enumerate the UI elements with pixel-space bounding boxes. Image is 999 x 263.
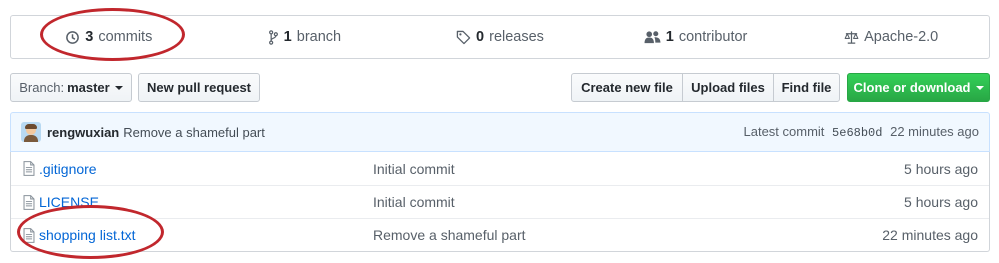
- file-row: .gitignore Initial commit 5 hours ago: [11, 152, 989, 185]
- upload-files-button[interactable]: Upload files: [682, 73, 774, 102]
- commits-label: commits: [98, 29, 153, 45]
- file-text-icon: [23, 227, 35, 243]
- file-commit-message[interactable]: Initial commit: [373, 194, 773, 210]
- file-row: shopping list.txt Remove a shameful part…: [11, 218, 989, 251]
- clone-or-download-button[interactable]: Clone or download: [847, 73, 990, 102]
- history-icon: [66, 30, 80, 44]
- contributors-label: contributor: [678, 29, 748, 45]
- file-name-link[interactable]: .gitignore: [39, 161, 373, 177]
- releases-label: releases: [489, 29, 544, 45]
- branch-select-label: Branch:: [19, 80, 65, 95]
- git-branch-icon: [268, 29, 278, 45]
- branch-select-value: master: [67, 80, 110, 95]
- latest-commit-age: 22 minutes ago: [890, 124, 979, 139]
- latest-commit-info: Latest commit 5e68b0d 22 minutes ago: [744, 124, 980, 140]
- caret-down-icon: [975, 85, 984, 90]
- repo-summary-bar: 3 commits 1 branch 0 releases 1 contribu…: [10, 15, 990, 59]
- commit-message[interactable]: Remove a shameful part: [123, 125, 265, 140]
- file-row: LICENSE Initial commit 5 hours ago: [11, 185, 989, 218]
- commits-count: 3: [85, 29, 94, 45]
- find-file-button[interactable]: Find file: [773, 73, 840, 102]
- contributors-count: 1: [665, 29, 674, 45]
- releases-link[interactable]: 0 releases: [402, 29, 598, 45]
- branch-select-button[interactable]: Branch: master: [10, 73, 132, 102]
- license-label: Apache-2.0: [864, 29, 939, 45]
- file-text-icon: [23, 194, 35, 210]
- tag-icon: [456, 30, 471, 44]
- branches-link[interactable]: 1 branch: [207, 29, 403, 45]
- latest-commit-prefix: Latest commit: [743, 124, 825, 139]
- caret-down-icon: [114, 85, 123, 90]
- file-commit-message[interactable]: Initial commit: [373, 161, 773, 177]
- people-icon: [644, 30, 661, 43]
- file-commit-message[interactable]: Remove a shameful part: [373, 227, 773, 243]
- commits-link[interactable]: 3 commits: [11, 29, 207, 45]
- file-age: 5 hours ago: [904, 194, 978, 210]
- file-list: .gitignore Initial commit 5 hours ago LI…: [10, 152, 990, 252]
- clone-or-download-label: Clone or download: [853, 80, 971, 95]
- new-pull-request-button[interactable]: New pull request: [138, 73, 260, 102]
- contributors-link[interactable]: 1 contributor: [598, 29, 794, 45]
- commit-author[interactable]: rengwuxian: [47, 125, 119, 140]
- file-actions-group: Create new file Upload files Find file: [571, 73, 840, 102]
- file-name-link[interactable]: shopping list.txt: [39, 227, 373, 243]
- file-name-link[interactable]: LICENSE: [39, 194, 373, 210]
- latest-commit-bar: rengwuxian Remove a shameful part Latest…: [10, 112, 990, 152]
- create-new-file-button[interactable]: Create new file: [571, 73, 683, 102]
- file-text-icon: [23, 161, 35, 176]
- license-link[interactable]: Apache-2.0: [793, 29, 989, 45]
- law-icon: [844, 30, 859, 44]
- releases-count: 0: [476, 29, 485, 45]
- avatar[interactable]: [21, 122, 41, 142]
- commit-sha[interactable]: 5e68b0d: [832, 126, 882, 140]
- branches-count: 1: [283, 29, 292, 45]
- file-age: 5 hours ago: [904, 160, 978, 177]
- file-age: 22 minutes ago: [882, 227, 978, 243]
- branches-label: branch: [296, 29, 342, 45]
